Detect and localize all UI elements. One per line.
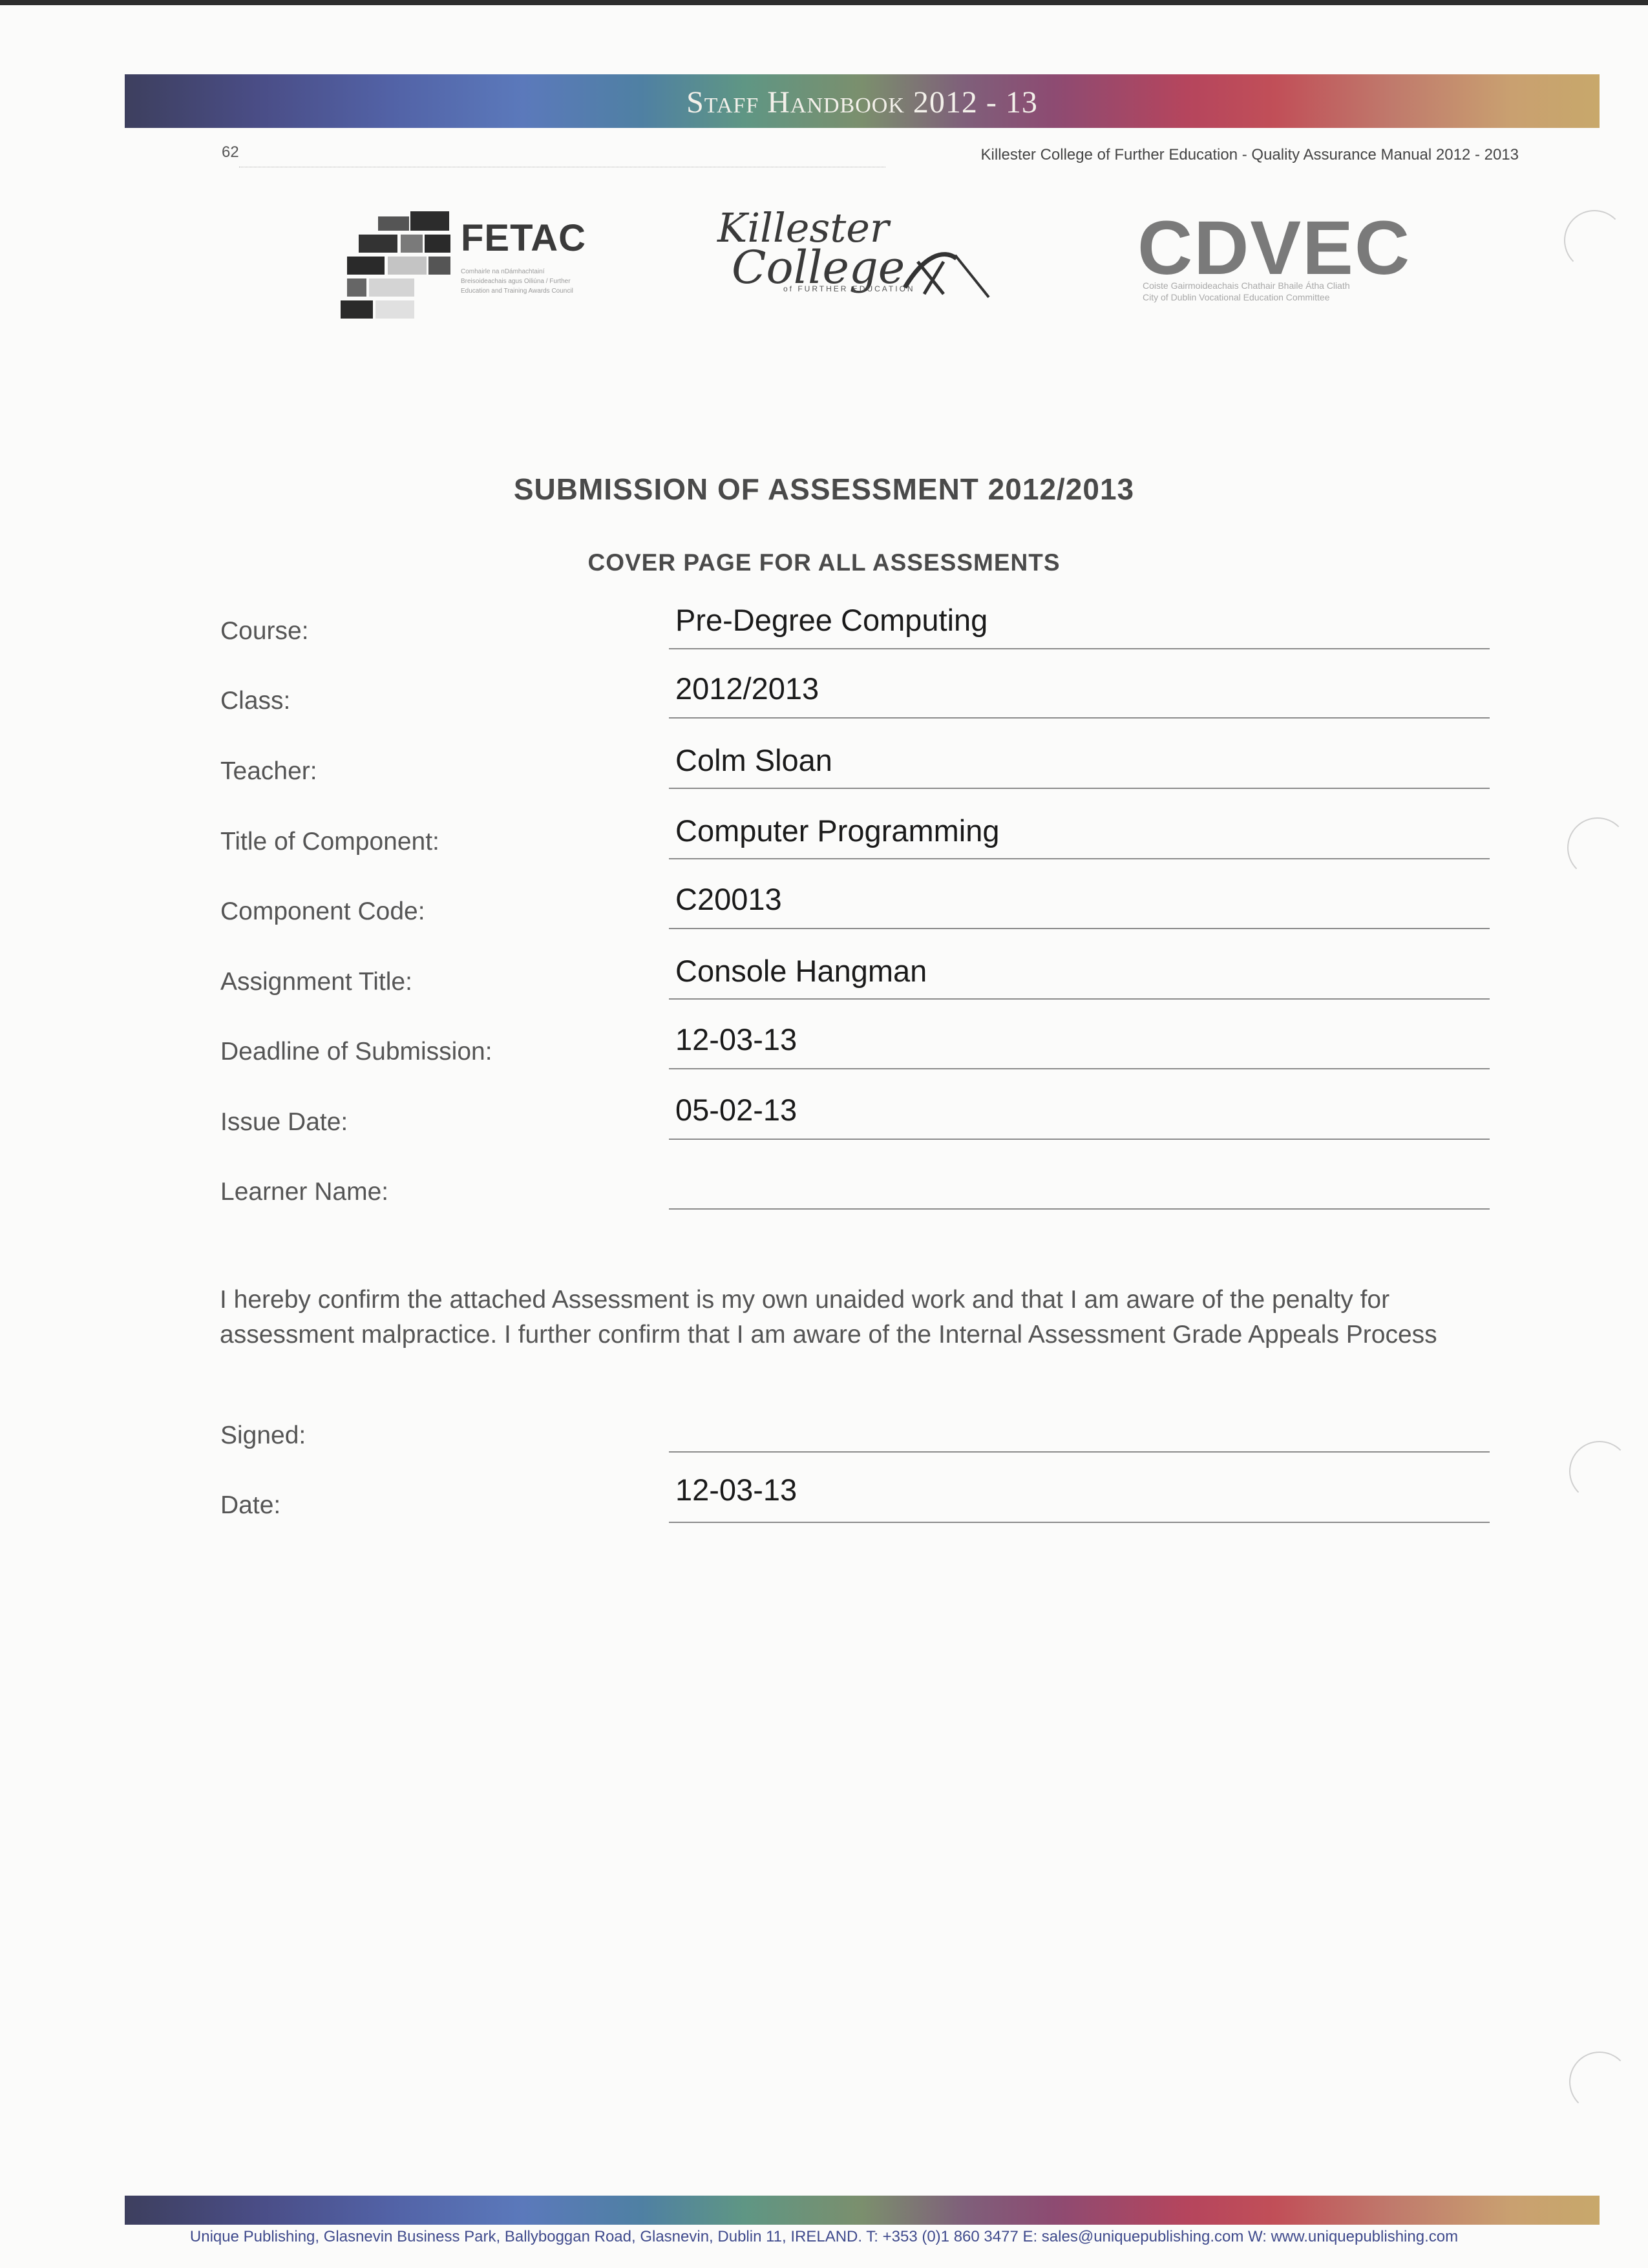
killester-tagline: of FURTHER EDUCATION bbox=[783, 284, 915, 293]
killester-swoosh-icon bbox=[902, 252, 990, 299]
signed-label: Signed: bbox=[220, 1422, 306, 1449]
punch-hole bbox=[1569, 2052, 1630, 2112]
field-label-course: Course: bbox=[220, 617, 309, 645]
field-label-component-code: Component Code: bbox=[220, 898, 425, 925]
field-line-component-title bbox=[669, 858, 1490, 859]
field-value-teacher[interactable]: Colm Sloan bbox=[675, 742, 832, 778]
footer-publisher: Unique Publishing, Glasnevin Business Pa… bbox=[189, 2228, 1459, 2245]
field-value-course[interactable]: Pre-Degree Computing bbox=[675, 602, 988, 638]
signed-line bbox=[669, 1451, 1490, 1453]
cdvec-tagline-english: City of Dublin Vocational Education Comm… bbox=[1143, 292, 1330, 302]
fetac-blocks-icon bbox=[341, 211, 450, 319]
field-value-deadline[interactable]: 12-03-13 bbox=[675, 1022, 797, 1057]
date-label: Date: bbox=[220, 1491, 281, 1519]
manual-title: Killester College of Further Education -… bbox=[980, 146, 1519, 163]
handbook-title: Staff Handbook 2012 - 13 bbox=[686, 85, 1038, 120]
header-band: Staff Handbook 2012 - 13 bbox=[125, 74, 1600, 128]
fetac-logo: FETAC Comhairle na nDámhachtainí Breisoi… bbox=[339, 210, 587, 339]
cdvec-logo: CDVEC Coiste Gairmoideachais Chathair Bh… bbox=[1137, 210, 1410, 313]
field-label-component-title: Title of Component: bbox=[220, 828, 439, 856]
field-line-course bbox=[669, 648, 1490, 649]
field-value-component-title[interactable]: Computer Programming bbox=[675, 813, 1000, 848]
document-subtitle: COVER PAGE FOR ALL ASSESSMENTS bbox=[587, 549, 1061, 576]
fetac-tagline: Comhairle na nDámhachtainí Breisoideacha… bbox=[461, 268, 573, 295]
cdvec-tagline-irish: Coiste Gairmoideachais Chathair Bhaile Á… bbox=[1143, 280, 1350, 291]
field-line-component-code bbox=[669, 928, 1490, 929]
document-title: SUBMISSION OF ASSESSMENT 2012/2013 bbox=[513, 472, 1135, 506]
declaration-text: I hereby confirm the attached Assessment… bbox=[220, 1286, 1437, 1349]
cdvec-tagline: Coiste Gairmoideachais Chathair Bhaile Á… bbox=[1143, 280, 1350, 303]
field-label-learner-name: Learner Name: bbox=[220, 1178, 389, 1206]
field-line-teacher bbox=[669, 788, 1490, 789]
field-value-class[interactable]: 2012/2013 bbox=[675, 671, 819, 706]
footer-band bbox=[125, 2196, 1600, 2225]
field-line-assignment-title bbox=[669, 998, 1490, 1000]
field-line-deadline bbox=[669, 1068, 1490, 1069]
field-value-component-code[interactable]: C20013 bbox=[675, 881, 782, 917]
punch-hole bbox=[1564, 210, 1625, 271]
punch-hole bbox=[1569, 1441, 1630, 1502]
cdvec-wordmark: CDVEC bbox=[1137, 205, 1411, 291]
date-value[interactable]: 12-03-13 bbox=[675, 1472, 797, 1507]
page-number: 62 bbox=[222, 143, 239, 161]
field-value-issue-date[interactable]: 05-02-13 bbox=[675, 1092, 797, 1128]
scan-edge bbox=[0, 0, 1648, 5]
punch-hole bbox=[1567, 817, 1628, 878]
field-label-class: Class: bbox=[220, 687, 291, 715]
field-line-class bbox=[669, 717, 1490, 719]
killester-logo: Killester College of FURTHER EDUCATION bbox=[717, 207, 1002, 310]
date-line bbox=[669, 1522, 1490, 1523]
field-label-assignment-title: Assignment Title: bbox=[220, 968, 412, 996]
fetac-wordmark: FETAC bbox=[461, 217, 587, 259]
field-value-assignment-title[interactable]: Console Hangman bbox=[675, 953, 927, 989]
field-label-deadline: Deadline of Submission: bbox=[220, 1038, 492, 1066]
field-line-issue-date bbox=[669, 1139, 1490, 1140]
field-line-learner-name bbox=[669, 1208, 1490, 1210]
field-label-issue-date: Issue Date: bbox=[220, 1108, 348, 1136]
field-label-teacher: Teacher: bbox=[220, 757, 317, 785]
